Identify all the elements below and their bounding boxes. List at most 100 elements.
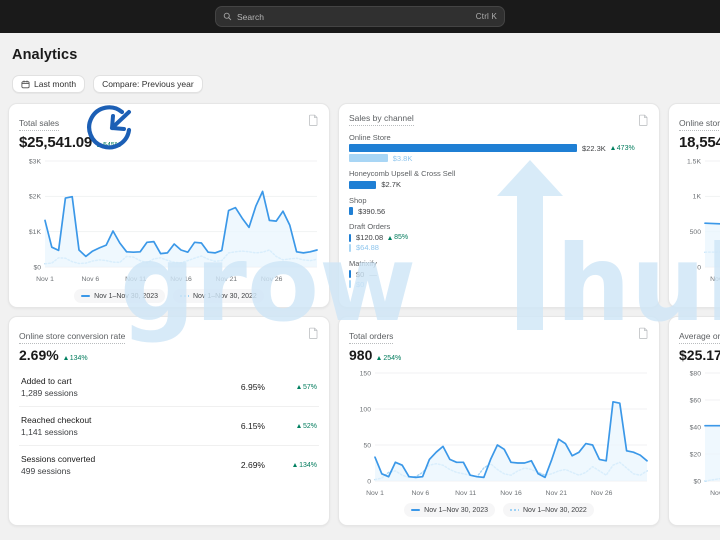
card-online-store-conversion-rate: Online store conversion rate 2.69% 134% bbox=[8, 316, 330, 526]
card-title: Total sales bbox=[19, 118, 60, 131]
trend-up-icon bbox=[296, 385, 301, 389]
funnel-step-percent: 6.95% bbox=[240, 382, 265, 392]
channel-bar-current: $120.08 85% bbox=[349, 233, 649, 242]
document-icon[interactable] bbox=[638, 113, 649, 126]
total-orders-delta: 254% bbox=[377, 355, 401, 362]
channel-previous-value: $3.8K bbox=[392, 153, 413, 163]
card-header: Online store conversion rate 2.69% 134% bbox=[19, 326, 319, 363]
solid-line-icon bbox=[81, 295, 91, 297]
channel-name: Honeycomb Upsell & Cross Sell bbox=[349, 169, 456, 179]
funnel-row[interactable]: Added to cart 1,289 sessions 6.95% 57% bbox=[19, 372, 319, 406]
compare-filter-label: Compare: Previous year bbox=[102, 79, 194, 89]
average-order-value-chart: $0 $20 $40 $60 $80 Nov 1 bbox=[679, 367, 720, 501]
y-axis-tick: $0 bbox=[33, 264, 41, 271]
x-axis-tick: Nov 11 bbox=[455, 490, 476, 497]
bar-current bbox=[349, 270, 351, 279]
series-line bbox=[704, 424, 720, 427]
channel-bar-current: $2.7K bbox=[349, 180, 649, 190]
y-axis-tick: $20 bbox=[690, 451, 702, 458]
total-orders-chart: 0 50 100 150 Nov 1 Nov 6 Nov 11 Nov 16 Nov 21 Nov… bbox=[349, 367, 649, 501]
funnel-labels: Reached checkout 1,141 sessions bbox=[21, 415, 195, 437]
channel-row[interactable]: Honeycomb Upsell & Cross Sell $2.7K bbox=[349, 169, 649, 189]
chart-legend: Nov 1–Nov 30, 2023 Nov 1–Nov 30, 2022 bbox=[349, 503, 649, 517]
calendar-icon bbox=[21, 79, 30, 89]
search-placeholder: Search bbox=[237, 11, 264, 22]
channel-delta: — bbox=[369, 269, 377, 279]
chart-legend: Nov 1–Nov 30, 2023 Nov 1–Nov 30, 2022 bbox=[19, 289, 319, 303]
card-total-sales: Total sales $25,541.09 545% $0 $1K $2K $… bbox=[8, 103, 330, 308]
legend-item-previous[interactable]: Nov 1–Nov 30, 2022 bbox=[503, 503, 594, 517]
trend-up-icon bbox=[388, 235, 393, 240]
card-title: Online store conversion rate bbox=[19, 331, 126, 344]
x-axis-tick: Nov 1 bbox=[710, 276, 720, 283]
page-title: Analytics bbox=[12, 47, 78, 63]
bar-previous bbox=[349, 243, 351, 252]
legend-item-current[interactable]: Nov 1–Nov 30, 2023 bbox=[404, 503, 495, 517]
y-axis-tick: 0 bbox=[367, 478, 371, 485]
card-header: Total sales $25,541.09 545% bbox=[19, 113, 319, 151]
filter-bar: Last month Compare: Previous year bbox=[8, 63, 712, 93]
card-grid: Total sales $25,541.09 545% $0 $1K $2K $… bbox=[8, 93, 720, 526]
funnel-row[interactable]: Sessions converted 499 sessions 2.69% 134% bbox=[19, 445, 319, 484]
page-body: Analytics Last month Compare: Previous y… bbox=[0, 33, 720, 540]
document-icon[interactable] bbox=[308, 113, 319, 126]
legend-item-current[interactable]: Nov 1–Nov 30, 2023 bbox=[74, 289, 165, 303]
card-title: Online store sess bbox=[679, 118, 720, 131]
date-range-filter-button[interactable]: Last month bbox=[12, 75, 86, 93]
card-title: Average order va bbox=[679, 331, 720, 344]
channel-name: Draft Orders bbox=[349, 222, 391, 232]
y-axis-tick: 1.5K bbox=[687, 158, 701, 165]
funnel-step-name: Reached checkout bbox=[21, 415, 92, 425]
funnel-row[interactable]: Reached checkout 1,141 sessions 6.15% 52% bbox=[19, 406, 319, 445]
funnel-step-delta: 52% bbox=[265, 423, 317, 430]
conversion-funnel-list: Added to cart 1,289 sessions 6.95% 57% Reach… bbox=[19, 372, 319, 484]
total-orders-value: 980 bbox=[349, 347, 373, 363]
channel-row[interactable]: Online Store $22.3K 473% $3.8K bbox=[349, 133, 649, 163]
x-axis-tick: Nov 1 bbox=[36, 276, 54, 283]
conversion-rate-delta: 134% bbox=[63, 355, 88, 362]
channel-delta: 473% bbox=[610, 145, 635, 152]
average-order-value: $25.17 bbox=[679, 347, 720, 363]
y-axis-tick: $40 bbox=[690, 424, 702, 431]
bar-current bbox=[349, 144, 577, 153]
x-axis-tick: Nov 1 bbox=[366, 490, 384, 497]
channel-list: Online Store $22.3K 473% $3.8K Honeycomb Ups… bbox=[349, 133, 649, 289]
funnel-step-sessions: 1,289 sessions bbox=[21, 388, 78, 398]
funnel-step-delta: 57% bbox=[265, 384, 317, 391]
date-range-filter-label: Last month bbox=[34, 79, 77, 89]
channel-bar-previous: $0 bbox=[349, 279, 649, 289]
channel-row[interactable]: Shop $390.56 bbox=[349, 196, 649, 216]
compare-filter-button[interactable]: Compare: Previous year bbox=[93, 75, 203, 93]
channel-value: $0 bbox=[356, 269, 365, 279]
y-axis-tick: 50 bbox=[363, 442, 371, 449]
y-axis-tick: 150 bbox=[360, 370, 372, 377]
channel-value: $2.7K bbox=[381, 180, 401, 190]
trend-up-icon bbox=[377, 356, 382, 360]
x-axis-tick: Nov 16 bbox=[170, 276, 192, 283]
card-title: Sales by channel bbox=[349, 113, 414, 126]
bar-current bbox=[349, 180, 377, 189]
channel-delta: 85% bbox=[388, 234, 408, 241]
series-area bbox=[705, 223, 720, 267]
legend-item-previous[interactable]: Nov 1–Nov 30, 2022 bbox=[173, 289, 264, 303]
channel-name: Shop bbox=[349, 195, 367, 205]
y-axis-tick: $3K bbox=[29, 158, 42, 165]
funnel-step-sessions: 1,141 sessions bbox=[21, 427, 78, 437]
card-header: Online store sess 18,554 18 bbox=[679, 113, 720, 151]
document-icon[interactable] bbox=[638, 326, 649, 339]
document-icon[interactable] bbox=[308, 326, 319, 339]
sessions-chart: 0 500 1K 1.5K Nov 1 bbox=[679, 155, 720, 287]
channel-name: Online Store bbox=[349, 132, 391, 142]
funnel-step-delta: 134% bbox=[265, 462, 317, 469]
channel-row[interactable]: Draft Orders $120.08 85% $64.88 bbox=[349, 222, 649, 252]
total-sales-delta: 545% bbox=[97, 142, 121, 149]
channel-row[interactable]: Matrixify $0— $0 bbox=[349, 259, 649, 289]
x-axis-tick: Nov 26 bbox=[261, 276, 283, 283]
y-axis-tick: $80 bbox=[690, 370, 702, 377]
channel-value: $22.3K bbox=[582, 143, 606, 153]
card-title: Total orders bbox=[349, 331, 394, 344]
channel-previous-value: $0 bbox=[356, 279, 365, 289]
search-input[interactable]: Search Ctrl K bbox=[215, 6, 505, 27]
card-sales-by-channel: Sales by channel Online Store $22.3K 473% $… bbox=[338, 103, 660, 308]
channel-bar-current: $0 — bbox=[349, 269, 649, 279]
